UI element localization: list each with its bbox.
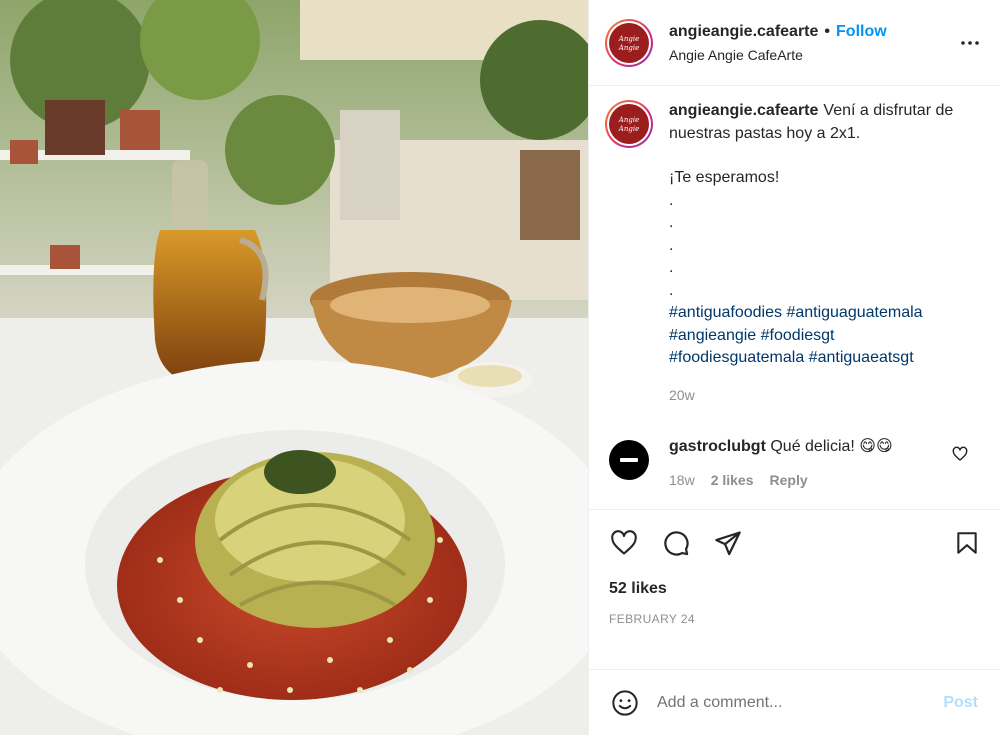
emoji-button[interactable] (609, 687, 641, 719)
commenter-avatar[interactable] (609, 440, 649, 480)
hashtag-link[interactable]: #antiguafoodies (669, 304, 782, 321)
hashtag-link[interactable]: #antiguaeatsgt (809, 349, 914, 366)
caption-dot: . (669, 191, 674, 209)
comment-text: Qué delicia! 😋😋 (770, 438, 893, 455)
comment-timestamp[interactable]: 18w (669, 472, 695, 488)
pasta-dish-image (0, 0, 588, 735)
logo-icon: Angie Angie (618, 35, 639, 52)
caption: Angie Angie angieangie.cafearte Vení a di… (605, 100, 984, 406)
caption-dot: . (669, 236, 674, 254)
likes-count[interactable]: 52 likes (609, 580, 984, 598)
follow-button[interactable]: Follow (836, 23, 887, 41)
commenter-username[interactable]: gastroclubgt (669, 438, 766, 455)
caption-username[interactable]: angieangie.cafearte (669, 102, 818, 119)
caption-line-2: ¡Te esperamos! (669, 169, 780, 186)
brand-logo: Angie Angie (609, 104, 649, 144)
comment-like-button[interactable] (952, 446, 968, 467)
location-label[interactable]: Angie Angie CafeArte (669, 47, 956, 63)
heart-icon (952, 446, 968, 461)
svg-text:Angie: Angie (618, 44, 639, 52)
bookmark-icon (957, 532, 977, 554)
add-comment-bar: Post (589, 669, 1000, 735)
more-horizontal-icon (961, 40, 979, 45)
instagram-post: Angie Angie angieangie.cafearte • Follow… (0, 0, 1000, 735)
comment-bubble-icon (664, 531, 689, 556)
separator-dot: • (824, 22, 831, 40)
caption-text: angieangie.cafearte Vení a disfrutar de n… (669, 100, 969, 406)
svg-text:Angie: Angie (618, 125, 639, 133)
svg-text:Angie: Angie (618, 116, 639, 124)
post-date[interactable]: FEBRUARY 24 (609, 612, 984, 626)
post-comment-button[interactable]: Post (943, 694, 978, 712)
reply-button[interactable]: Reply (770, 472, 808, 488)
avatar[interactable]: Angie Angie (605, 18, 653, 67)
logo-icon: Angie Angie (618, 116, 639, 133)
caption-dot: . (669, 281, 674, 299)
smiley-icon (612, 689, 638, 716)
like-button[interactable] (607, 526, 641, 560)
share-button[interactable] (711, 526, 745, 560)
comment-input[interactable] (657, 693, 944, 712)
caption-avatar[interactable]: Angie Angie (605, 100, 653, 148)
post-photo[interactable] (0, 0, 588, 735)
comments-area: Angie Angie angieangie.cafearte Vení a di… (589, 86, 1000, 509)
hashtag-link[interactable]: #foodiesguatemala (669, 349, 804, 366)
caption-dot: . (669, 214, 674, 231)
post-actions: 52 likes FEBRUARY 24 (589, 509, 1000, 669)
hashtag-link[interactable]: #foodiesgt (761, 327, 835, 344)
post-username[interactable]: angieangie.cafearte (669, 23, 818, 41)
post-header: Angie Angie angieangie.cafearte • Follow… (589, 0, 1000, 86)
comment-item: gastroclubgt Qué delicia! 😋😋 18w 2 likes… (605, 436, 984, 488)
hashtag-link[interactable]: #antiguaguatemala (786, 304, 922, 321)
svg-text:Angie: Angie (618, 35, 639, 43)
post-details-panel: Angie Angie angieangie.cafearte • Follow… (588, 0, 1000, 735)
caption-dot: . (669, 259, 674, 276)
save-button[interactable] (950, 526, 984, 560)
more-options-button[interactable] (956, 29, 984, 57)
header-text: angieangie.cafearte • Follow Angie Angie… (669, 23, 956, 63)
brand-logo: Angie Angie (609, 22, 649, 63)
paper-plane-icon (715, 531, 741, 556)
comment-likes-button[interactable]: 2 likes (711, 472, 754, 488)
heart-icon (611, 530, 637, 555)
hashtag-link[interactable]: #angieangie (669, 327, 756, 344)
comment-button[interactable] (659, 526, 693, 560)
caption-timestamp[interactable]: 20w (669, 384, 969, 407)
